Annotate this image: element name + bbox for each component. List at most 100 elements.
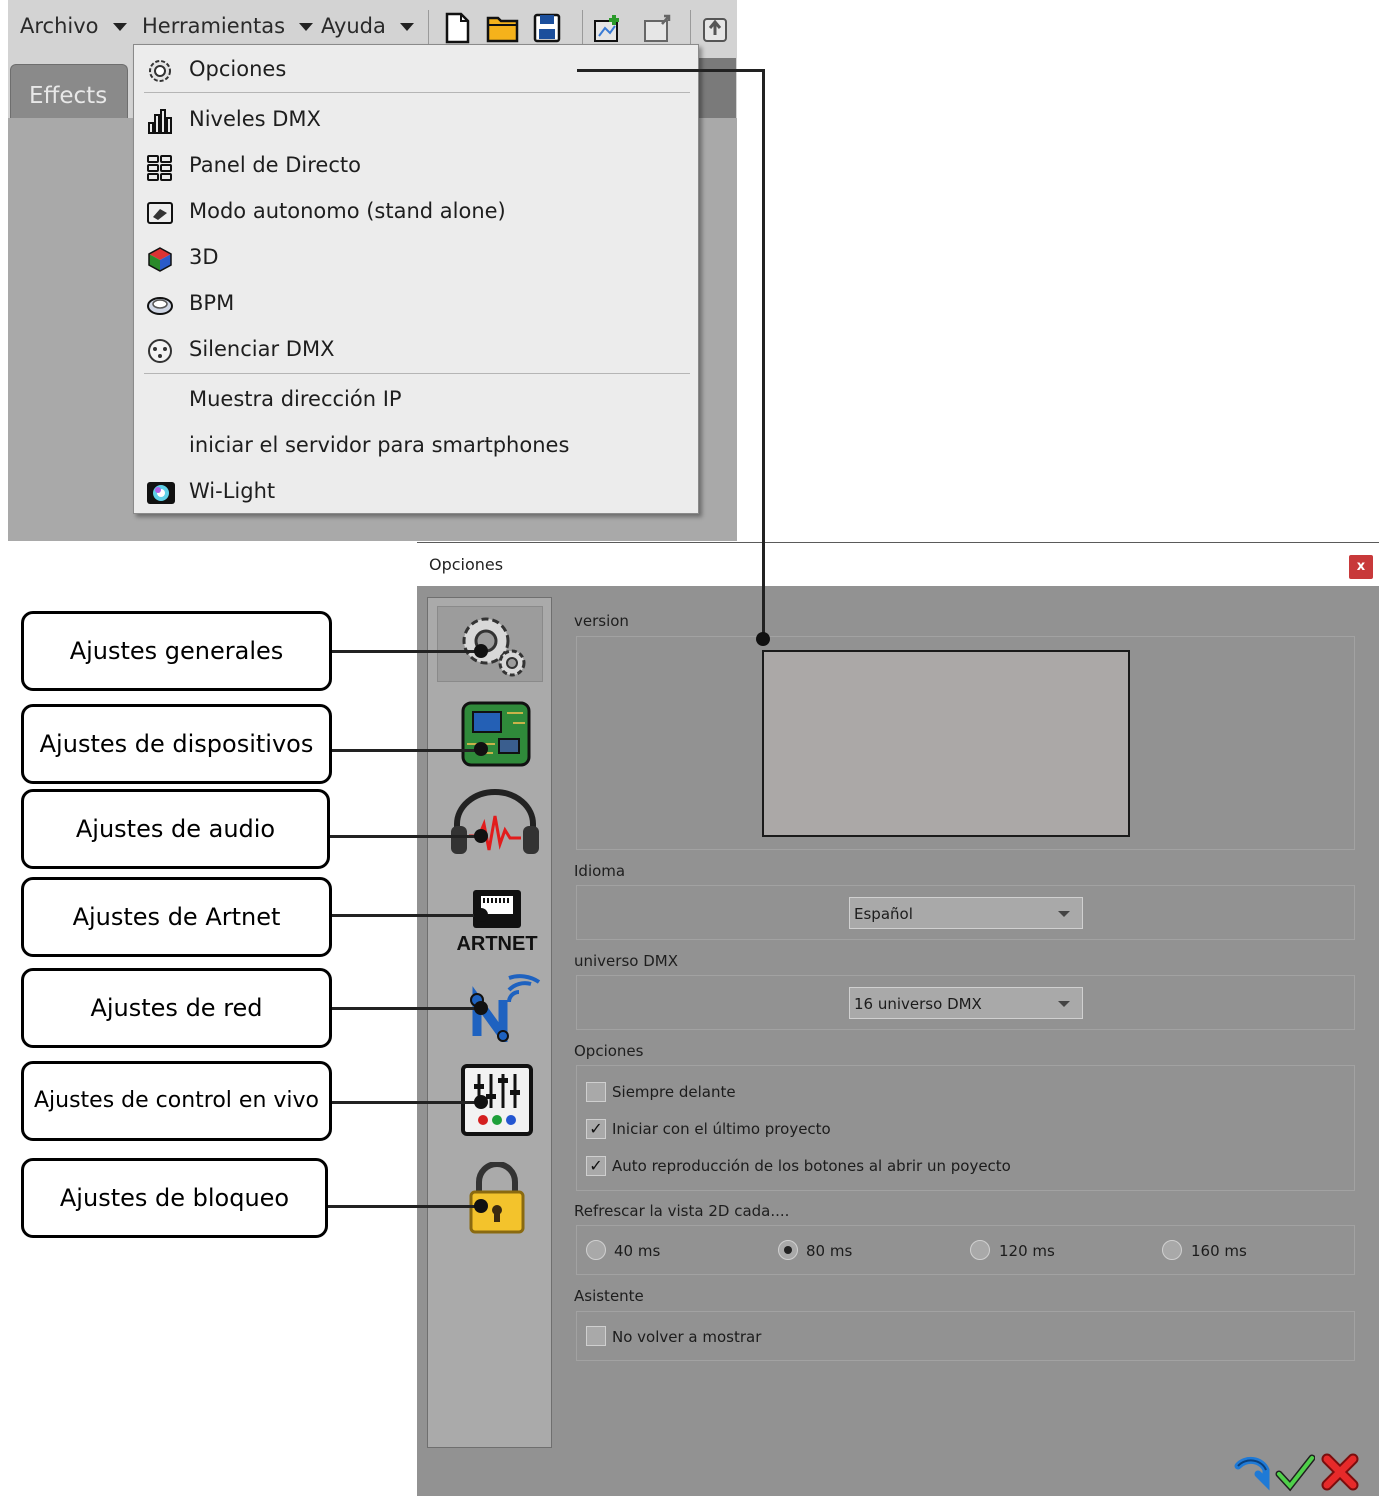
sidebar-item-audio[interactable] [437, 782, 543, 858]
herramientas-dropdown-menu: Opciones Niveles DMX Panel de Directo Mo… [133, 44, 699, 514]
radio-40ms[interactable] [586, 1240, 606, 1260]
menu-archivo[interactable]: Archivo [20, 14, 127, 38]
callout-ajustes-dispositivos: Ajustes de dispositivos [21, 704, 332, 784]
connector-dot [474, 644, 488, 658]
chevron-down-icon [299, 23, 314, 31]
mixer-icon [461, 1064, 533, 1136]
connector-dot [474, 742, 488, 756]
cancel-x-icon[interactable] [1320, 1452, 1360, 1492]
accept-check-icon[interactable] [1275, 1452, 1316, 1492]
callout-ajustes-red: Ajustes de red [21, 968, 332, 1048]
connector-dot [756, 632, 770, 646]
callout-label: Ajustes de dispositivos [39, 730, 314, 758]
connector-dot [474, 1199, 488, 1213]
sidebar-item-artnet[interactable]: ARTNET [437, 880, 543, 956]
network-icon [470, 974, 541, 1042]
checkbox-label: No volver a mostrar [612, 1328, 762, 1346]
sidebar-item-lock[interactable] [437, 1158, 543, 1234]
chevron-down-icon [112, 23, 127, 31]
settings-sidebar: ARTNET [427, 597, 552, 1448]
menu-herramientas[interactable]: Herramientas [142, 14, 314, 38]
tab-effects[interactable]: Effects [10, 64, 128, 120]
live-panel-icon [146, 153, 174, 181]
dmx-universe-select-value: 16 universo DMX [854, 995, 982, 1013]
open-folder-icon[interactable] [486, 12, 519, 44]
dialog-title: Opciones [429, 555, 504, 574]
connector-dot [474, 1001, 488, 1015]
menu-item-muestra-ip[interactable]: Muestra dirección IP [134, 380, 694, 420]
dmx-universe-select[interactable]: 16 universo DMX [849, 987, 1083, 1019]
callout-label: Ajustes de audio [75, 815, 276, 843]
radio-label: 40 ms [614, 1242, 661, 1260]
callout-ajustes-artnet: Ajustes de Artnet [21, 877, 332, 957]
connector-dot [474, 829, 488, 843]
sidebar-item-network[interactable] [437, 966, 543, 1042]
gears-icon [462, 617, 526, 677]
menu-item-label: Opciones [189, 57, 287, 81]
padlock-icon [469, 1162, 525, 1234]
group-label-version: version [574, 612, 629, 630]
language-select[interactable]: Español [849, 897, 1083, 929]
menu-separator [144, 92, 690, 93]
sidebar-item-live-control[interactable] [437, 1060, 543, 1136]
menu-item-servidor-smartphones[interactable]: iniciar el servidor para smartphones [134, 426, 694, 466]
checkbox-label: Iniciar con el último proyecto [612, 1120, 831, 1138]
menu-item-label: iniciar el servidor para smartphones [189, 433, 570, 457]
save-icon[interactable] [532, 12, 562, 44]
group-label-idioma: Idioma [574, 862, 626, 880]
dropdown-arrow-icon [1058, 911, 1070, 917]
callout-ajustes-control-en-vivo: Ajustes de control en vivo [21, 1061, 332, 1141]
headphones-icon [451, 789, 539, 854]
bar-levels-icon [146, 107, 174, 135]
upload-icon[interactable] [700, 12, 730, 44]
connector-line [331, 1007, 481, 1010]
checkbox-label: Auto reproducción de los botones al abri… [612, 1157, 1011, 1175]
artnet-icon: ARTNET [456, 890, 538, 955]
wi-light-icon [146, 479, 175, 507]
radio-label: 120 ms [999, 1242, 1055, 1260]
sidebar-item-devices[interactable] [437, 695, 543, 771]
new-file-icon[interactable] [442, 12, 472, 44]
menu-item-3d[interactable]: 3D [134, 238, 694, 278]
callout-ajustes-audio: Ajustes de audio [21, 789, 330, 869]
callout-ajustes-generales: Ajustes generales [21, 611, 332, 691]
menu-separator [144, 373, 690, 374]
radio-label: 80 ms [806, 1242, 853, 1260]
connector-line [331, 914, 481, 917]
radio-80ms[interactable] [778, 1240, 798, 1260]
menu-ayuda[interactable]: Ayuda [321, 14, 414, 38]
toolbar-separator [690, 10, 691, 46]
checkbox-auto-reproduccion[interactable]: ✓ [586, 1156, 606, 1176]
connector-line [577, 69, 765, 72]
menu-item-modo-autonomo[interactable]: Modo autonomo (stand alone) [134, 192, 694, 232]
bpm-icon [146, 291, 174, 319]
menu-item-bpm[interactable]: BPM [134, 284, 694, 324]
menu-item-panel-de-directo[interactable]: Panel de Directo [134, 146, 694, 186]
connector-line [329, 835, 481, 838]
toolbar-separator [582, 10, 583, 46]
menu-item-label: Modo autonomo (stand alone) [189, 199, 506, 223]
chevron-down-icon [399, 23, 414, 31]
group-label-universo: universo DMX [574, 952, 678, 970]
menu-item-wi-light[interactable]: Wi-Light [134, 472, 694, 512]
callout-ajustes-bloqueo: Ajustes de bloqueo [21, 1158, 328, 1238]
close-button[interactable]: x [1349, 555, 1373, 579]
radio-120ms[interactable] [970, 1240, 990, 1260]
undo-arrow-icon[interactable] [1232, 1452, 1272, 1492]
sidebar-item-general[interactable] [437, 606, 543, 682]
checkbox-no-volver-a-mostrar[interactable] [586, 1326, 606, 1346]
menu-item-niveles-dmx[interactable]: Niveles DMX [134, 100, 694, 140]
connector-line [331, 650, 481, 653]
export-icon[interactable] [642, 12, 672, 44]
callout-label: Ajustes generales [69, 637, 284, 665]
callout-label: Ajustes de red [90, 994, 263, 1022]
tab-effects-label: Effects [29, 83, 108, 109]
import-icon[interactable] [592, 12, 622, 44]
connector-line [762, 69, 765, 639]
language-select-value: Español [854, 905, 913, 923]
checkbox-siempre-delante[interactable] [586, 1082, 606, 1102]
checkbox-iniciar-ultimo-proyecto[interactable]: ✓ [586, 1119, 606, 1139]
radio-label: 160 ms [1191, 1242, 1247, 1260]
radio-160ms[interactable] [1162, 1240, 1182, 1260]
menu-item-silenciar-dmx[interactable]: Silenciar DMX [134, 330, 694, 370]
